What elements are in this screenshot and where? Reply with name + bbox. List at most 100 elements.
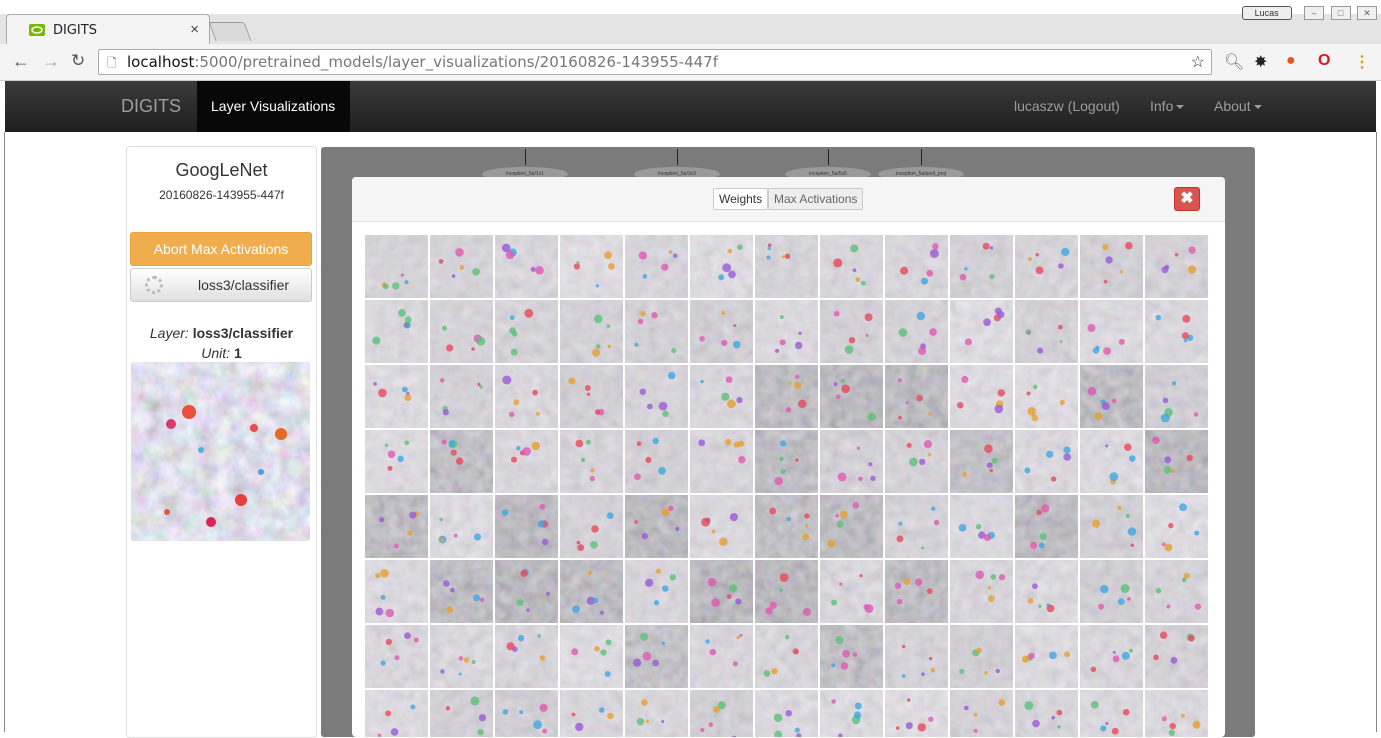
fire-extension-icon[interactable]: ● <box>1286 52 1296 70</box>
weight-tile[interactable] <box>560 235 623 298</box>
weight-tile[interactable] <box>365 690 428 737</box>
weight-tile[interactable] <box>560 300 623 363</box>
weight-tile[interactable] <box>755 560 818 623</box>
weight-tile[interactable] <box>690 430 753 493</box>
weight-tile[interactable] <box>625 300 688 363</box>
weight-tile[interactable] <box>625 625 688 688</box>
weight-tile[interactable] <box>950 560 1013 623</box>
weight-tile[interactable] <box>690 560 753 623</box>
weight-tile[interactable] <box>885 430 948 493</box>
weight-tile[interactable] <box>950 235 1013 298</box>
weight-tile[interactable] <box>755 365 818 428</box>
weight-tile[interactable] <box>820 690 883 737</box>
weight-tile[interactable] <box>430 300 493 363</box>
weight-tile[interactable] <box>430 365 493 428</box>
weight-tile[interactable] <box>430 560 493 623</box>
weight-tile[interactable] <box>950 690 1013 737</box>
weight-tile[interactable] <box>1015 690 1078 737</box>
weight-tile[interactable] <box>560 560 623 623</box>
weight-tile[interactable] <box>430 430 493 493</box>
address-bar[interactable]: 🗋 localhost:5000/pretrained_models/layer… <box>98 49 1212 75</box>
weight-tile[interactable] <box>495 235 558 298</box>
maximize-icon[interactable]: □ <box>1331 6 1351 20</box>
weight-tile[interactable] <box>560 625 623 688</box>
weight-tile[interactable] <box>1080 690 1143 737</box>
weight-tile[interactable] <box>1145 625 1208 688</box>
weight-tile[interactable] <box>885 365 948 428</box>
abort-max-activations-button[interactable]: Abort Max Activations <box>130 232 312 266</box>
weight-tile[interactable] <box>625 495 688 558</box>
info-dropdown[interactable]: Info <box>1150 98 1184 114</box>
weight-tile[interactable] <box>690 690 753 737</box>
weight-tile[interactable] <box>1145 235 1208 298</box>
weight-tile[interactable] <box>1015 235 1078 298</box>
weight-tile[interactable] <box>625 560 688 623</box>
weight-tile[interactable] <box>430 690 493 737</box>
browser-tab[interactable]: DIGITS × <box>6 14 210 45</box>
brand-link[interactable]: DIGITS <box>121 96 181 117</box>
search-extension-icon[interactable]: 🔍︎ <box>1224 52 1244 72</box>
weight-tile[interactable] <box>365 365 428 428</box>
weight-tile[interactable] <box>885 625 948 688</box>
opera-extension-icon[interactable]: O <box>1318 52 1330 70</box>
weight-tile[interactable] <box>430 625 493 688</box>
weight-tile[interactable] <box>820 430 883 493</box>
weight-tile[interactable] <box>495 495 558 558</box>
weight-tile[interactable] <box>1145 300 1208 363</box>
weight-tile[interactable] <box>365 430 428 493</box>
weight-tile[interactable] <box>1145 560 1208 623</box>
weight-tile[interactable] <box>365 625 428 688</box>
weight-tile[interactable] <box>755 625 818 688</box>
close-icon[interactable]: ✖ <box>1174 187 1200 211</box>
weight-tile[interactable] <box>365 495 428 558</box>
back-icon[interactable]: ← <box>12 51 30 72</box>
weight-tile[interactable] <box>495 300 558 363</box>
profile-button[interactable]: Lucas <box>1242 6 1292 20</box>
weight-tile[interactable] <box>365 300 428 363</box>
weight-tile[interactable] <box>885 235 948 298</box>
weight-tile[interactable] <box>625 430 688 493</box>
weight-tile[interactable] <box>625 365 688 428</box>
weight-tile[interactable] <box>1080 560 1143 623</box>
weight-tile[interactable] <box>755 495 818 558</box>
weight-tile[interactable] <box>430 495 493 558</box>
about-dropdown[interactable]: About <box>1214 98 1262 114</box>
weight-tile[interactable] <box>1080 625 1143 688</box>
reload-icon[interactable]: ↻ <box>71 51 85 71</box>
nav-layer-visualizations[interactable]: Layer Visualizations <box>197 81 350 132</box>
max-activations-button[interactable]: Max Activations <box>768 188 863 210</box>
weight-tile[interactable] <box>430 235 493 298</box>
weight-tile[interactable] <box>560 690 623 737</box>
weight-tile[interactable] <box>560 495 623 558</box>
minimize-icon[interactable]: – <box>1304 6 1324 20</box>
gear-extension-icon[interactable]: ✸ <box>1254 52 1267 72</box>
weight-tile[interactable] <box>1080 235 1143 298</box>
weight-tile[interactable] <box>950 625 1013 688</box>
weight-tile[interactable] <box>625 235 688 298</box>
bookmark-star-icon[interactable]: ☆ <box>1191 52 1205 72</box>
weight-tile[interactable] <box>1015 300 1078 363</box>
weight-tile[interactable] <box>755 690 818 737</box>
layer-button[interactable]: loss3/classifier <box>130 268 312 302</box>
weight-tile[interactable] <box>495 365 558 428</box>
weight-tile[interactable] <box>885 560 948 623</box>
weight-tile[interactable] <box>495 690 558 737</box>
weight-tile[interactable] <box>1080 365 1143 428</box>
weight-tile[interactable] <box>820 495 883 558</box>
weight-tile[interactable] <box>820 560 883 623</box>
weight-tile[interactable] <box>690 235 753 298</box>
weight-tile[interactable] <box>885 300 948 363</box>
weight-tile[interactable] <box>690 365 753 428</box>
weight-tile[interactable] <box>1015 430 1078 493</box>
weight-tile[interactable] <box>1015 495 1078 558</box>
weight-tile[interactable] <box>1145 430 1208 493</box>
weight-tile[interactable] <box>1080 300 1143 363</box>
weight-tile[interactable] <box>885 495 948 558</box>
weight-tile[interactable] <box>950 300 1013 363</box>
weight-tile[interactable] <box>820 365 883 428</box>
weight-tile[interactable] <box>820 300 883 363</box>
weight-tile[interactable] <box>690 495 753 558</box>
tab-close-icon[interactable]: × <box>190 21 199 38</box>
weight-tile[interactable] <box>885 690 948 737</box>
weight-tile[interactable] <box>365 560 428 623</box>
